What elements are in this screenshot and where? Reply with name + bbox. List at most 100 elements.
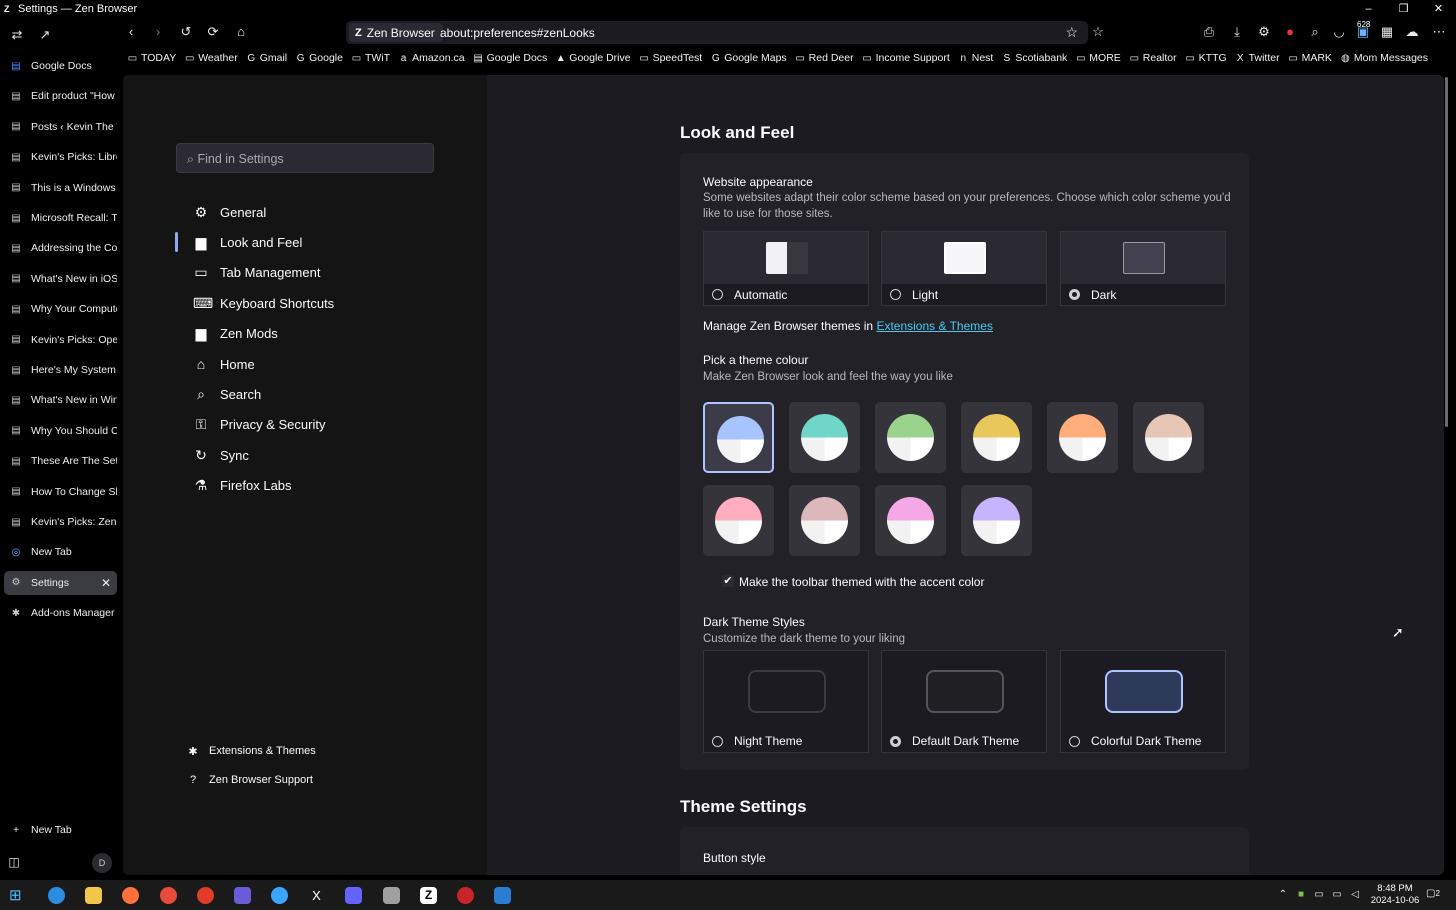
settings-category[interactable]: ⌂ Home: [193, 352, 255, 376]
close-window-button[interactable]: ✕: [1421, 0, 1456, 18]
search-ext-icon[interactable]: ⌕: [1306, 23, 1324, 41]
settings-footer-link[interactable]: ? Zen Browser Support: [186, 771, 313, 789]
dark-night-theme[interactable]: Night Theme: [703, 650, 869, 753]
bookmark-item[interactable]: a Amazon.ca: [395, 52, 470, 64]
settings-category[interactable]: ↻ Sync: [193, 443, 249, 467]
app-icon[interactable]: [197, 887, 214, 904]
grid-icon[interactable]: ▦: [1378, 23, 1396, 41]
menu-icon[interactable]: ⋯: [1430, 23, 1448, 41]
theme-colour-swatch[interactable]: [875, 402, 946, 473]
network-icon[interactable]: ▭: [1328, 886, 1346, 904]
sidebar-tab[interactable]: ▤ What's New in iOS: [4, 267, 117, 291]
theme-colour-swatch[interactable]: [961, 402, 1032, 473]
bookmark-item[interactable]: ◍ Mom Messages: [1337, 52, 1433, 64]
url-bar[interactable]: Z Zen Browser about:preferences#zenLooks …: [346, 21, 1088, 44]
minimize-button[interactable]: –: [1351, 0, 1386, 18]
theme-colour-swatch[interactable]: [789, 485, 860, 556]
settings-category[interactable]: ⚿ Privacy & Security: [193, 413, 326, 437]
settings-footer-link[interactable]: ✱ Extensions & Themes: [186, 742, 315, 760]
bookmark-item[interactable]: ▭ TWiT: [348, 52, 395, 64]
sidebar-tab[interactable]: ⚙ Settings ✕: [4, 570, 117, 595]
sidebar-tool-icon[interactable]: ↗: [36, 26, 54, 44]
settings-category[interactable]: ⚙ General: [193, 200, 267, 224]
bookmark-item[interactable]: ▲ Google Drive: [552, 52, 635, 64]
clock[interactable]: 8:48 PM 2024-10-06: [1369, 883, 1421, 907]
sidebar-tab[interactable]: ▤ Kevin's Picks: Open: [4, 328, 117, 352]
mail-icon[interactable]: [383, 887, 400, 904]
start-button-icon[interactable]: ⊞: [9, 887, 26, 904]
file-explorer-icon[interactable]: [85, 887, 102, 904]
theme-colour-swatch[interactable]: [703, 402, 774, 473]
extensions-themes-link[interactable]: Extensions & Themes: [876, 319, 993, 333]
scrollbar-thumb[interactable]: [1445, 77, 1448, 427]
sidebar-tab[interactable]: ▤ These Are The Setti: [4, 449, 117, 473]
mastodon-icon[interactable]: [345, 887, 362, 904]
theme-colour-swatch[interactable]: [789, 402, 860, 473]
sidebar-tab[interactable]: ▤ Why Your Compute: [4, 297, 117, 321]
toolbar-accent-checkbox[interactable]: ✔: [722, 575, 734, 587]
bookmark-item[interactable]: G Gmail: [243, 52, 292, 64]
notifications-icon[interactable]: ▢2: [1426, 888, 1440, 899]
settings-category[interactable]: ⌕ Search: [193, 382, 261, 406]
sidebar-tab[interactable]: ✱ Add-ons Manager: [4, 601, 117, 625]
bookmark-item[interactable]: ▤ Google Docs: [470, 52, 553, 64]
scrollbar[interactable]: [1444, 75, 1450, 430]
bookmark-item[interactable]: X Twitter: [1232, 52, 1285, 64]
theme-colour-swatch[interactable]: [703, 485, 774, 556]
sidebar-tab[interactable]: ▤ Why You Should Co: [4, 419, 117, 443]
settings-category[interactable]: ⌨ Keyboard Shortcuts: [193, 291, 334, 315]
sidebar-tab[interactable]: ▤ This is a Windows 1: [4, 176, 117, 200]
app-icon-3[interactable]: [457, 887, 474, 904]
radio-light[interactable]: [890, 289, 901, 300]
theme-colour-swatch[interactable]: [875, 485, 946, 556]
sidebar-tab[interactable]: ▤ Google Docs: [4, 54, 117, 78]
sidebar-tab[interactable]: ▤ Here's My System C: [4, 358, 117, 382]
home-icon[interactable]: ⌂: [232, 23, 250, 41]
dark-colorful-theme[interactable]: Colorful Dark Theme: [1060, 650, 1226, 753]
appearance-automatic[interactable]: Automatic: [703, 231, 869, 306]
new-tab-button[interactable]: + New Tab: [4, 818, 117, 842]
sidebar-tab[interactable]: ▤ Kevin's Picks: Libre: [4, 145, 117, 169]
back-icon[interactable]: ‹: [122, 23, 140, 41]
bookmark-item[interactable]: ▭ KTTG: [1182, 52, 1232, 64]
settings-category[interactable]: ⚗ Firefox Labs: [193, 474, 292, 498]
url-text[interactable]: about:preferences#zenLooks: [440, 26, 595, 40]
pocket-icon[interactable]: ◡: [1330, 23, 1348, 41]
sidebar-toggle-icon[interactable]: ◫: [5, 853, 23, 871]
bookmark-item[interactable]: ▭ Weather: [181, 52, 243, 64]
bookmark-item[interactable]: ▭ MARK: [1285, 52, 1337, 64]
word-icon[interactable]: [494, 887, 511, 904]
bookmarks-list-icon[interactable]: ☆: [1089, 23, 1107, 41]
star-icon[interactable]: ☆: [1065, 24, 1078, 41]
history-icon[interactable]: ↺: [177, 23, 195, 41]
edge-icon[interactable]: [48, 887, 65, 904]
cloud-icon[interactable]: ☁: [1403, 23, 1421, 41]
radio-automatic[interactable]: [712, 289, 723, 300]
download-icon[interactable]: ⤓: [1228, 23, 1246, 41]
radio-colorful-dark[interactable]: [1069, 736, 1080, 747]
safari-icon[interactable]: [271, 887, 288, 904]
bookmark-item[interactable]: ▭ MORE: [1072, 52, 1126, 64]
tray-app-icon[interactable]: ■: [1292, 886, 1310, 904]
sidebar-tab[interactable]: ▤ Kevin's Picks: Zen B: [4, 510, 117, 534]
extensions-icon[interactable]: ⚙: [1255, 23, 1273, 41]
bookmark-item[interactable]: ▭ Red Deer: [792, 52, 859, 64]
bookmark-item[interactable]: ▭ SpeedTest: [636, 52, 708, 64]
firefox-icon[interactable]: [122, 887, 139, 904]
radio-night-theme[interactable]: [712, 736, 723, 747]
sidebar-tab[interactable]: ▤ What's New in Win: [4, 388, 117, 412]
bookmark-item[interactable]: G Google: [292, 52, 348, 64]
swap-icon[interactable]: ⇄: [8, 26, 26, 44]
radio-default-dark-selected[interactable]: [890, 736, 901, 747]
theme-colour-swatch[interactable]: [961, 485, 1032, 556]
sidebar-tab[interactable]: ▤ Microsoft Recall: Th: [4, 206, 117, 230]
identity-box[interactable]: Z Zen Browser: [349, 23, 443, 42]
app-icon-2[interactable]: [234, 887, 251, 904]
bookmark-item[interactable]: n Nest: [955, 52, 999, 64]
sidebar-tab[interactable]: ▤ Posts ‹ Kevin The Te: [4, 115, 117, 139]
bookmark-item[interactable]: ▭ Realtor: [1126, 52, 1182, 64]
print-icon[interactable]: ⎙: [1200, 23, 1218, 41]
forward-icon[interactable]: ›: [149, 23, 167, 41]
sidebar-tab[interactable]: ▤ Addressing the Con: [4, 236, 117, 260]
workspace-button[interactable]: D: [92, 853, 112, 873]
